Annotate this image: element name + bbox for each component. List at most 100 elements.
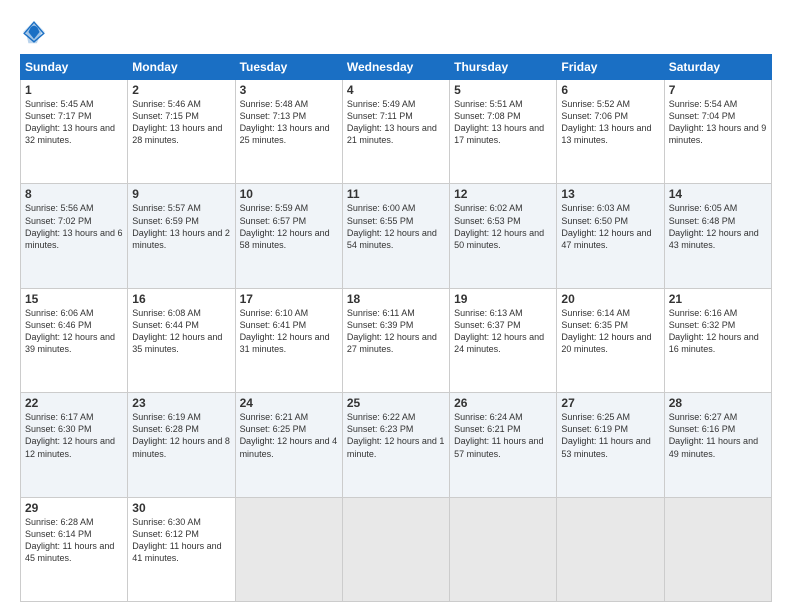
day-info: Sunrise: 6:22 AM Sunset: 6:23 PM Dayligh…: [347, 411, 445, 460]
day-number: 17: [240, 292, 338, 306]
day-info: Sunrise: 6:28 AM Sunset: 6:14 PM Dayligh…: [25, 516, 123, 565]
day-info: Sunrise: 6:14 AM Sunset: 6:35 PM Dayligh…: [561, 307, 659, 356]
day-info: Sunrise: 5:56 AM Sunset: 7:02 PM Dayligh…: [25, 202, 123, 251]
day-info: Sunrise: 6:08 AM Sunset: 6:44 PM Dayligh…: [132, 307, 230, 356]
table-row: [342, 497, 449, 601]
table-row: 4Sunrise: 5:49 AM Sunset: 7:11 PM Daylig…: [342, 80, 449, 184]
day-info: Sunrise: 6:02 AM Sunset: 6:53 PM Dayligh…: [454, 202, 552, 251]
day-number: 22: [25, 396, 123, 410]
table-row: 10Sunrise: 5:59 AM Sunset: 6:57 PM Dayli…: [235, 184, 342, 288]
day-info: Sunrise: 5:45 AM Sunset: 7:17 PM Dayligh…: [25, 98, 123, 147]
day-number: 23: [132, 396, 230, 410]
table-row: 7Sunrise: 5:54 AM Sunset: 7:04 PM Daylig…: [664, 80, 771, 184]
day-number: 12: [454, 187, 552, 201]
day-number: 5: [454, 83, 552, 97]
table-row: 25Sunrise: 6:22 AM Sunset: 6:23 PM Dayli…: [342, 393, 449, 497]
day-number: 26: [454, 396, 552, 410]
day-info: Sunrise: 6:25 AM Sunset: 6:19 PM Dayligh…: [561, 411, 659, 460]
day-number: 18: [347, 292, 445, 306]
day-info: Sunrise: 5:51 AM Sunset: 7:08 PM Dayligh…: [454, 98, 552, 147]
table-row: [557, 497, 664, 601]
day-number: 14: [669, 187, 767, 201]
table-row: 27Sunrise: 6:25 AM Sunset: 6:19 PM Dayli…: [557, 393, 664, 497]
table-row: 15Sunrise: 6:06 AM Sunset: 6:46 PM Dayli…: [21, 288, 128, 392]
calendar-week-row: 22Sunrise: 6:17 AM Sunset: 6:30 PM Dayli…: [21, 393, 772, 497]
table-row: 18Sunrise: 6:11 AM Sunset: 6:39 PM Dayli…: [342, 288, 449, 392]
day-number: 2: [132, 83, 230, 97]
logo-icon: [20, 18, 48, 46]
day-number: 30: [132, 501, 230, 515]
day-info: Sunrise: 5:54 AM Sunset: 7:04 PM Dayligh…: [669, 98, 767, 147]
table-row: 6Sunrise: 5:52 AM Sunset: 7:06 PM Daylig…: [557, 80, 664, 184]
col-friday: Friday: [557, 55, 664, 80]
table-row: 16Sunrise: 6:08 AM Sunset: 6:44 PM Dayli…: [128, 288, 235, 392]
day-info: Sunrise: 6:19 AM Sunset: 6:28 PM Dayligh…: [132, 411, 230, 460]
table-row: 28Sunrise: 6:27 AM Sunset: 6:16 PM Dayli…: [664, 393, 771, 497]
day-info: Sunrise: 6:27 AM Sunset: 6:16 PM Dayligh…: [669, 411, 767, 460]
col-monday: Monday: [128, 55, 235, 80]
day-number: 29: [25, 501, 123, 515]
day-info: Sunrise: 6:30 AM Sunset: 6:12 PM Dayligh…: [132, 516, 230, 565]
logo: [20, 18, 52, 46]
day-info: Sunrise: 6:17 AM Sunset: 6:30 PM Dayligh…: [25, 411, 123, 460]
table-row: 2Sunrise: 5:46 AM Sunset: 7:15 PM Daylig…: [128, 80, 235, 184]
day-info: Sunrise: 6:10 AM Sunset: 6:41 PM Dayligh…: [240, 307, 338, 356]
day-info: Sunrise: 5:49 AM Sunset: 7:11 PM Dayligh…: [347, 98, 445, 147]
day-number: 20: [561, 292, 659, 306]
table-row: [235, 497, 342, 601]
day-info: Sunrise: 5:48 AM Sunset: 7:13 PM Dayligh…: [240, 98, 338, 147]
day-info: Sunrise: 6:11 AM Sunset: 6:39 PM Dayligh…: [347, 307, 445, 356]
day-number: 6: [561, 83, 659, 97]
day-number: 24: [240, 396, 338, 410]
day-info: Sunrise: 5:46 AM Sunset: 7:15 PM Dayligh…: [132, 98, 230, 147]
calendar-week-row: 29Sunrise: 6:28 AM Sunset: 6:14 PM Dayli…: [21, 497, 772, 601]
day-number: 10: [240, 187, 338, 201]
day-info: Sunrise: 6:05 AM Sunset: 6:48 PM Dayligh…: [669, 202, 767, 251]
table-row: 22Sunrise: 6:17 AM Sunset: 6:30 PM Dayli…: [21, 393, 128, 497]
day-number: 8: [25, 187, 123, 201]
day-number: 25: [347, 396, 445, 410]
day-number: 7: [669, 83, 767, 97]
day-info: Sunrise: 6:00 AM Sunset: 6:55 PM Dayligh…: [347, 202, 445, 251]
col-tuesday: Tuesday: [235, 55, 342, 80]
calendar: Sunday Monday Tuesday Wednesday Thursday…: [20, 54, 772, 602]
day-number: 21: [669, 292, 767, 306]
table-row: 5Sunrise: 5:51 AM Sunset: 7:08 PM Daylig…: [450, 80, 557, 184]
table-row: 9Sunrise: 5:57 AM Sunset: 6:59 PM Daylig…: [128, 184, 235, 288]
day-number: 9: [132, 187, 230, 201]
table-row: 8Sunrise: 5:56 AM Sunset: 7:02 PM Daylig…: [21, 184, 128, 288]
day-info: Sunrise: 6:16 AM Sunset: 6:32 PM Dayligh…: [669, 307, 767, 356]
day-info: Sunrise: 5:57 AM Sunset: 6:59 PM Dayligh…: [132, 202, 230, 251]
table-row: 11Sunrise: 6:00 AM Sunset: 6:55 PM Dayli…: [342, 184, 449, 288]
day-info: Sunrise: 6:06 AM Sunset: 6:46 PM Dayligh…: [25, 307, 123, 356]
col-wednesday: Wednesday: [342, 55, 449, 80]
day-info: Sunrise: 6:13 AM Sunset: 6:37 PM Dayligh…: [454, 307, 552, 356]
page: Sunday Monday Tuesday Wednesday Thursday…: [0, 0, 792, 612]
calendar-week-row: 8Sunrise: 5:56 AM Sunset: 7:02 PM Daylig…: [21, 184, 772, 288]
table-row: 20Sunrise: 6:14 AM Sunset: 6:35 PM Dayli…: [557, 288, 664, 392]
calendar-week-row: 15Sunrise: 6:06 AM Sunset: 6:46 PM Dayli…: [21, 288, 772, 392]
day-info: Sunrise: 5:52 AM Sunset: 7:06 PM Dayligh…: [561, 98, 659, 147]
table-row: [664, 497, 771, 601]
table-row: 1Sunrise: 5:45 AM Sunset: 7:17 PM Daylig…: [21, 80, 128, 184]
header: [20, 18, 772, 46]
day-info: Sunrise: 6:24 AM Sunset: 6:21 PM Dayligh…: [454, 411, 552, 460]
table-row: [450, 497, 557, 601]
col-saturday: Saturday: [664, 55, 771, 80]
day-number: 4: [347, 83, 445, 97]
table-row: 3Sunrise: 5:48 AM Sunset: 7:13 PM Daylig…: [235, 80, 342, 184]
day-number: 28: [669, 396, 767, 410]
day-info: Sunrise: 5:59 AM Sunset: 6:57 PM Dayligh…: [240, 202, 338, 251]
calendar-header-row: Sunday Monday Tuesday Wednesday Thursday…: [21, 55, 772, 80]
table-row: 30Sunrise: 6:30 AM Sunset: 6:12 PM Dayli…: [128, 497, 235, 601]
day-number: 27: [561, 396, 659, 410]
day-number: 11: [347, 187, 445, 201]
col-sunday: Sunday: [21, 55, 128, 80]
day-info: Sunrise: 6:03 AM Sunset: 6:50 PM Dayligh…: [561, 202, 659, 251]
col-thursday: Thursday: [450, 55, 557, 80]
day-number: 3: [240, 83, 338, 97]
calendar-week-row: 1Sunrise: 5:45 AM Sunset: 7:17 PM Daylig…: [21, 80, 772, 184]
day-number: 1: [25, 83, 123, 97]
table-row: 14Sunrise: 6:05 AM Sunset: 6:48 PM Dayli…: [664, 184, 771, 288]
day-info: Sunrise: 6:21 AM Sunset: 6:25 PM Dayligh…: [240, 411, 338, 460]
